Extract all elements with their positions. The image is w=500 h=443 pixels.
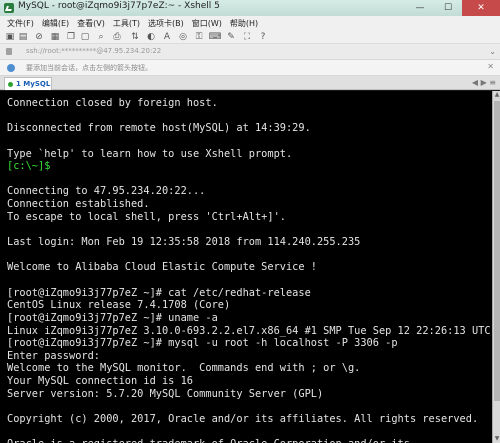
terminal-line: Last login: Mon Feb 19 12:35:58 2018 fro… [7,236,361,249]
terminal-line: To escape to local shell, press 'Ctrl+Al… [7,210,286,223]
color-scheme-icon[interactable]: ◐ [146,32,156,42]
tab-navigation-icon[interactable]: ◀ ▶ ≡ [472,78,496,87]
terminal-line: Linux iZqmo9i3j77p7eZ 3.10.0-693.2.2.el7… [7,324,492,337]
tab-label: 1 MySQL [16,80,51,88]
terminal-line: CentOS Linux release 7.4.1708 (Core) [7,299,231,312]
terminal-line: [root@iZqmo9i3j77p7eZ ~]# uname -a [7,311,218,324]
menu-bar: 文件(F) 编辑(E) 查看(V) 工具(T) 选项卡(B) 窗口(W) 帮助(… [0,16,500,31]
globe-icon[interactable]: ◎ [178,32,188,42]
terminal-line: Connection established. [7,198,150,211]
window-controls: — ☐ ✕ [406,0,500,16]
scroll-thumb[interactable] [494,101,500,401]
scroll-down-icon[interactable]: ▼ [493,435,500,443]
hint-close-icon[interactable]: ✕ [487,62,494,71]
maximize-button[interactable]: ☐ [434,0,462,16]
menu-file[interactable]: 文件(F) [3,18,38,29]
session-address[interactable]: ssh://root:**********@47.95.234.20:22 [26,47,161,55]
open-folder-icon[interactable]: ▤ [18,32,28,42]
tab-mysql[interactable]: 1 MySQL [4,77,52,90]
lock-icon [6,48,12,55]
terminal-line: Disconnected from remote host(MySQL) at … [7,122,311,135]
terminal-line: [root@iZqmo9i3j77p7eZ ~]# mysql -u root … [7,337,398,350]
menu-tools[interactable]: 工具(T) [109,18,144,29]
compose-icon[interactable]: ✎ [226,32,236,42]
menu-view[interactable]: 查看(V) [73,18,109,29]
window-title: MySQL - root@iZqmo9i3j77p7eZ:~ - Xshell … [18,1,220,11]
keyboard-icon[interactable]: ⌨ [209,32,222,42]
hint-text: 要添加当前会话，点击左侧的箭头按钮。 [26,64,152,72]
scroll-up-icon[interactable]: ▲ [493,91,500,99]
lock-icon[interactable]: ⚿ [194,32,204,42]
terminal-line: Copyright (c) 2000, 2017, Oracle and/or … [7,413,479,426]
terminal-line: Enter password: [7,349,100,362]
minimize-button[interactable]: — [406,0,434,16]
menu-help[interactable]: 帮助(H) [226,18,262,29]
menu-tabs[interactable]: 选项卡(B) [144,18,188,29]
terminal-scrollbar[interactable]: ▲ ▼ [492,91,500,443]
terminal-line: Welcome to Alibaba Cloud Elastic Compute… [7,261,317,274]
address-dropdown-icon[interactable]: ⌄ [489,47,496,56]
paste-icon[interactable]: ▢ [80,32,90,42]
terminal-line: Oracle is a registered trademark of Orac… [7,438,492,443]
tab-strip: 1 MySQL ◀ ▶ ≡ [0,76,500,90]
terminal-line: Connecting to 47.95.234.20:22... [7,185,206,198]
sftp-icon[interactable]: ⇅ [130,32,140,42]
info-icon [7,64,15,72]
terminal-line: [c:\~]$ [7,160,51,173]
print-icon[interactable]: ⎙ [112,32,122,42]
help-icon[interactable]: ? [258,32,268,42]
fullscreen-icon[interactable]: ⛶ [242,32,252,42]
terminal-line: Welcome to the MySQL monitor. Commands e… [7,362,361,375]
connected-status-icon [8,81,13,87]
menu-window[interactable]: 窗口(W) [188,18,226,29]
terminal-line: Your MySQL connection id is 16 [7,375,193,388]
properties-icon[interactable]: ▦ [50,32,60,42]
font-icon[interactable]: A [162,32,172,42]
new-session-icon[interactable]: ▣ [5,32,15,42]
close-button[interactable]: ✕ [462,0,500,16]
title-bar: MySQL - root@iZqmo9i3j77p7eZ:~ - Xshell … [0,0,500,16]
terminal-line: [root@iZqmo9i3j77p7eZ ~]# cat /etc/redha… [7,286,311,299]
disconnect-icon[interactable]: ⊘ [34,32,44,42]
terminal-line: Type `help' to learn how to use Xshell p… [7,147,293,160]
address-bar: ssh://root:**********@47.95.234.20:22 ⌄ [0,44,500,60]
toolbar: ▣ ▤ ⊘ ▦ ❐ ▢ ⌕ ⎙ ⇅ ◐ A ◎ ⚿ ⌨ ✎ ⛶ ? [0,31,500,44]
menu-edit[interactable]: 编辑(E) [38,18,73,29]
terminal-line: Server version: 5.7.20 MySQL Community S… [7,387,324,400]
hint-bar: 要添加当前会话，点击左侧的箭头按钮。 ✕ [0,60,500,76]
terminal-output[interactable]: Connection closed by foreign host. Discon… [0,91,492,443]
terminal-line: Connection closed by foreign host. [7,97,218,109]
find-icon[interactable]: ⌕ [96,32,106,42]
copy-icon[interactable]: ❐ [66,32,76,42]
xshell-app-icon [4,3,14,13]
